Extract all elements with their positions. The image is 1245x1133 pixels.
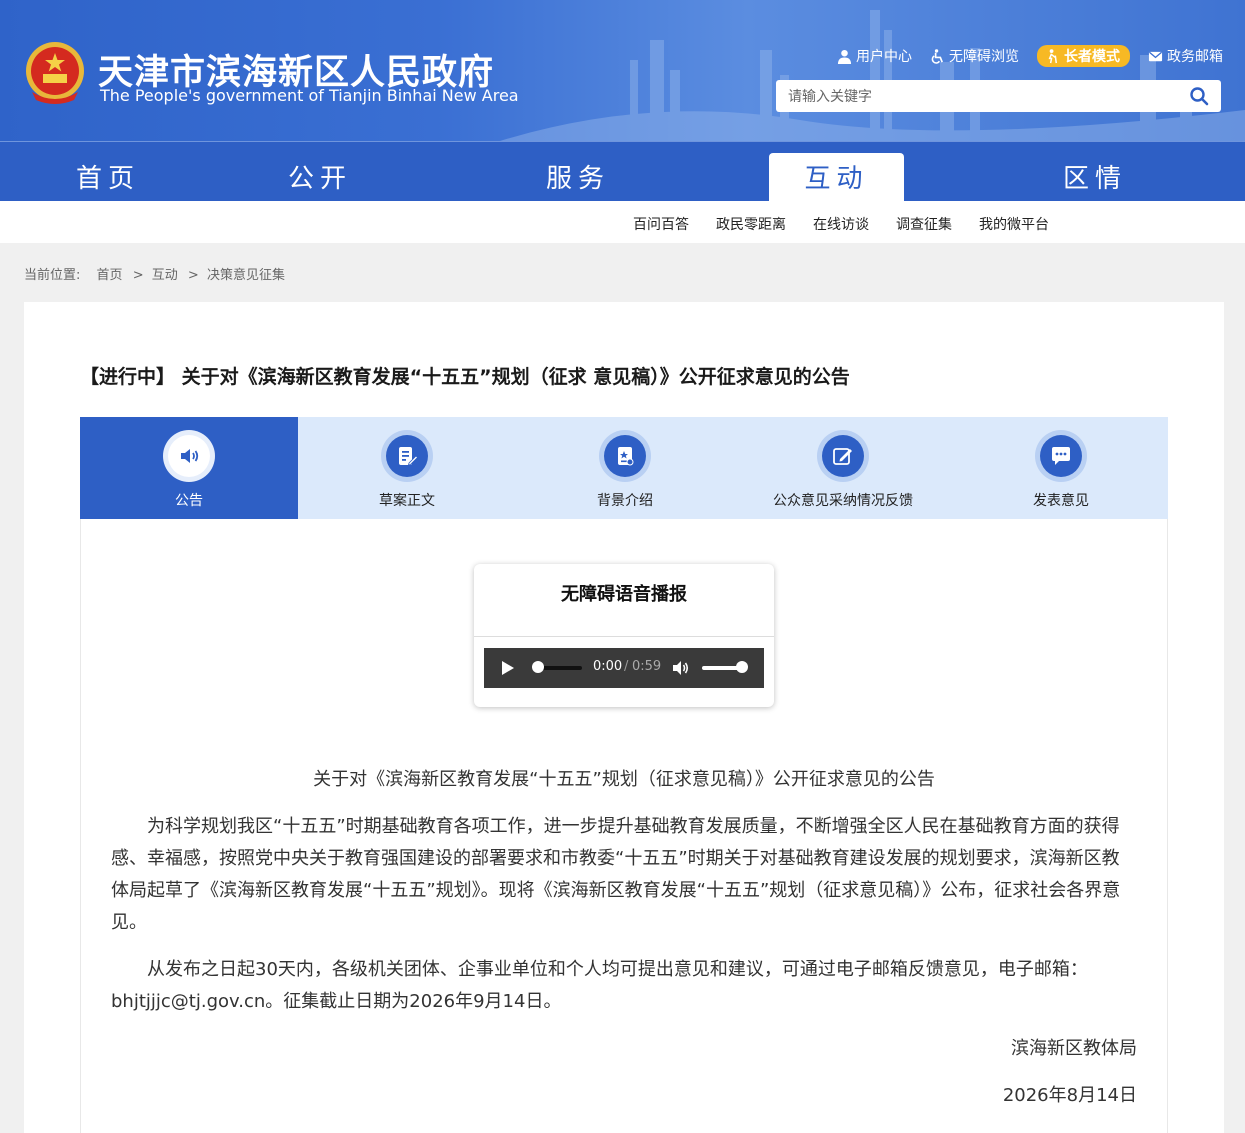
audio-title: 无障碍语音播报 bbox=[474, 564, 774, 637]
user-center-label: 用户中心 bbox=[856, 49, 912, 65]
time-separator: / bbox=[624, 659, 629, 674]
elder-mode-label: 长者模式 bbox=[1064, 49, 1120, 65]
tab-label: 草案正文 bbox=[379, 493, 435, 509]
wheelchair-icon bbox=[931, 48, 943, 64]
subnav-item-survey[interactable]: 调查征集 bbox=[896, 214, 952, 234]
subnav-item-micro-platform[interactable]: 我的微平台 bbox=[979, 214, 1049, 234]
breadcrumb-interaction[interactable]: 互动 bbox=[152, 268, 178, 283]
gov-mail-link[interactable]: 政务邮箱 bbox=[1148, 46, 1223, 66]
national-emblem-icon bbox=[26, 42, 84, 104]
accessibility-link[interactable]: 无障碍浏览 bbox=[930, 46, 1019, 66]
mail-icon bbox=[1148, 51, 1163, 61]
audio-player: 0:00 / 0:59 bbox=[484, 648, 764, 688]
search-box bbox=[776, 80, 1221, 114]
elder-icon bbox=[1048, 48, 1057, 63]
tab-label: 公告 bbox=[175, 493, 203, 509]
header-banner: 天津市滨海新区人民政府 The People's government of T… bbox=[0, 0, 1245, 141]
article-signature: 滨海新区教体局 bbox=[1011, 1038, 1137, 1059]
tab-icon-ring bbox=[1035, 430, 1087, 482]
tab-icon-bg bbox=[1040, 435, 1082, 477]
progress-knob[interactable] bbox=[532, 661, 544, 673]
city-skyline-image bbox=[500, 10, 1245, 141]
nav-item-service[interactable]: 服务 bbox=[516, 142, 640, 202]
tab-icon-bg bbox=[822, 435, 864, 477]
subnav-item-zero-distance[interactable]: 政民零距离 bbox=[716, 214, 786, 234]
audio-broadcast-card: 无障碍语音播报 0:00 / 0:59 bbox=[474, 564, 774, 707]
tab-background[interactable]: 背景介绍 bbox=[516, 417, 734, 519]
content-card: 【进行中】 关于对《滨海新区教育发展“十五五”规划（征求 意见稿）》公开征求意见… bbox=[24, 302, 1224, 1133]
tab-announcement[interactable]: 公告 bbox=[80, 417, 298, 519]
background-info-icon bbox=[618, 447, 634, 466]
main-nav: 首页 公开 服务 互动 区情 bbox=[0, 141, 1245, 202]
search-input[interactable] bbox=[786, 80, 1180, 114]
document-edit-icon bbox=[399, 447, 419, 466]
tab-label: 发表意见 bbox=[1033, 493, 1089, 509]
article-body: 关于对《滨海新区教育发展“十五五”规划（征求意见稿）》公开征求意见的公告 为科学… bbox=[111, 764, 1137, 1112]
play-button[interactable] bbox=[502, 661, 514, 675]
breadcrumb-prefix: 当前位置: bbox=[24, 268, 81, 283]
breadcrumb-current[interactable]: 决策意见征集 bbox=[207, 268, 285, 283]
nav-item-home[interactable]: 首页 bbox=[46, 142, 170, 202]
tab-icon-ring bbox=[381, 430, 433, 482]
sub-nav: 百问百答 政民零距离 在线访谈 调查征集 我的微平台 bbox=[0, 201, 1245, 243]
tab-draft-text[interactable]: 草案正文 bbox=[298, 417, 516, 519]
article-sub-heading: 关于对《滨海新区教育发展“十五五”规划（征求意见稿）》公开征求意见的公告 bbox=[313, 769, 935, 790]
article-date: 2026年8月14日 bbox=[1002, 1085, 1137, 1106]
tab-icon-bg bbox=[604, 435, 646, 477]
tab-label: 背景介绍 bbox=[597, 493, 653, 509]
nav-item-district-info[interactable]: 区情 bbox=[1033, 142, 1157, 202]
gov-mail-label: 政务邮箱 bbox=[1167, 49, 1223, 65]
top-links: 用户中心 无障碍浏览 长者模式 政务邮箱 bbox=[837, 45, 1223, 67]
accessibility-label: 无障碍浏览 bbox=[949, 49, 1019, 65]
nav-item-open[interactable]: 公开 bbox=[258, 142, 382, 202]
tab-icon-bg bbox=[168, 435, 210, 477]
speaker-icon bbox=[181, 449, 199, 463]
tab-label: 公众意见采纳情况反馈 bbox=[773, 493, 913, 509]
breadcrumb-separator: > bbox=[187, 268, 199, 283]
tab-icon-ring bbox=[817, 430, 869, 482]
article-title: 【进行中】 关于对《滨海新区教育发展“十五五”规划（征求 意见稿）》公开征求意见… bbox=[80, 366, 850, 388]
subnav-item-online-interview[interactable]: 在线访谈 bbox=[813, 214, 869, 234]
tab-icon-ring bbox=[599, 430, 651, 482]
search-icon[interactable] bbox=[1189, 86, 1209, 106]
site-subtitle: The People's government of Tianjin Binha… bbox=[100, 86, 519, 105]
volume-icon[interactable] bbox=[672, 659, 690, 677]
breadcrumb-separator: > bbox=[132, 268, 144, 283]
elder-mode-button[interactable]: 长者模式 bbox=[1037, 45, 1130, 67]
user-icon bbox=[837, 49, 852, 64]
breadcrumb: 当前位置: 首页 > 互动 > 决策意见征集 bbox=[24, 264, 287, 283]
pen-feedback-icon bbox=[833, 448, 852, 465]
tab-post-opinion[interactable]: 发表意见 bbox=[952, 417, 1170, 519]
user-center-link[interactable]: 用户中心 bbox=[837, 46, 912, 66]
chat-icon bbox=[1052, 447, 1070, 465]
volume-knob[interactable] bbox=[736, 661, 748, 673]
tab-icon-ring bbox=[163, 430, 215, 482]
subnav-item-qa[interactable]: 百问百答 bbox=[633, 214, 689, 234]
article-tabs: 公告 草案正文 背景介绍 公众意见采纳情况反馈 发表意见 bbox=[80, 417, 1168, 519]
tab-icon-bg bbox=[386, 435, 428, 477]
article-paragraph: 为科学规划我区“十五五”时期基础教育各项工作，进一步提升基础教育发展质量，不断增… bbox=[111, 816, 1121, 933]
article-paragraph: 从发布之日起30天内，各级机关团体、企事业单位和个人均可提出意见和建议，可通过电… bbox=[111, 959, 1088, 1012]
duration: 0:59 bbox=[632, 659, 662, 674]
tab-feedback[interactable]: 公众意见采纳情况反馈 bbox=[734, 417, 952, 519]
nav-item-interaction[interactable]: 互动 bbox=[769, 153, 904, 202]
breadcrumb-home[interactable]: 首页 bbox=[97, 268, 123, 283]
current-time: 0:00 bbox=[593, 659, 623, 674]
